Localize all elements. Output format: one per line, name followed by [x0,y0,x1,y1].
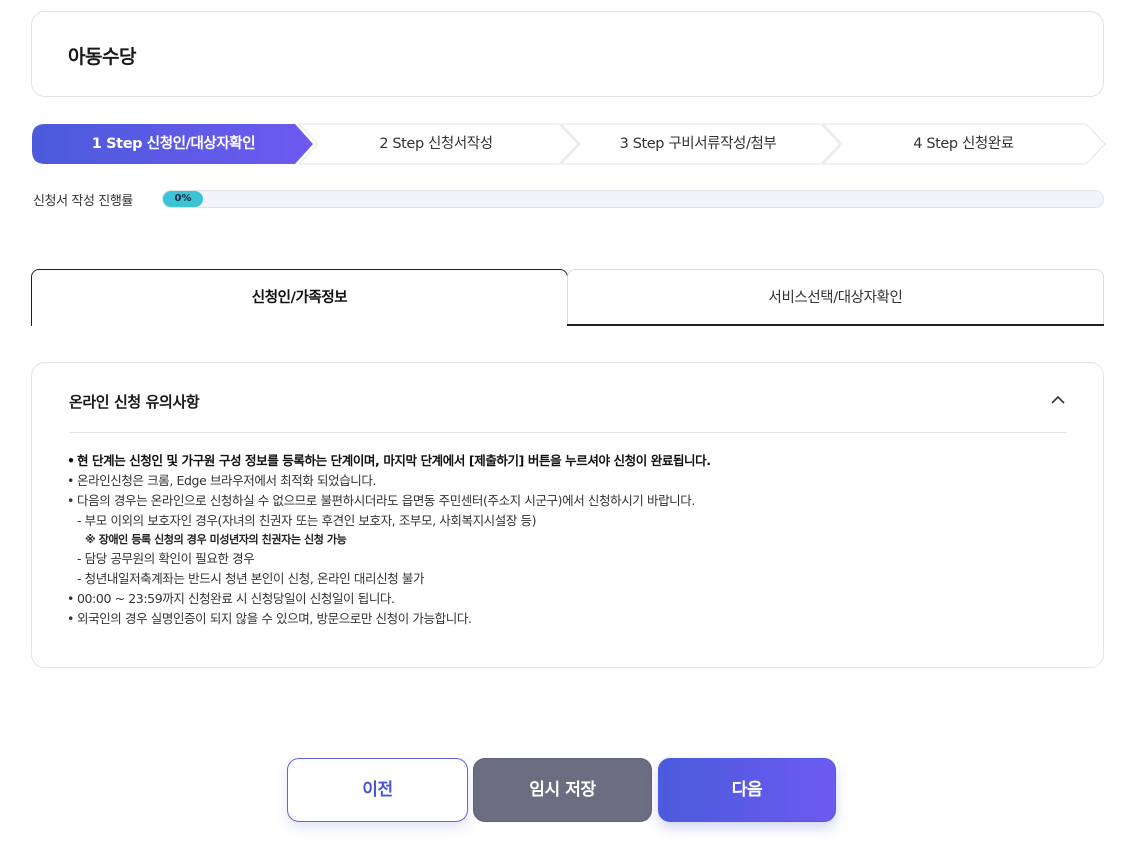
notice-panel: 온라인 신청 유의사항 • 현 단계는 신청인 및 가구원 구성 정보를 등록하는… [31,362,1104,668]
notice-line-text: 외국인의 경우 실명인증이 되지 않을 수 있으며, 방문으로만 신청이 가능합… [77,611,472,626]
next-button[interactable]: 다음 [658,758,836,822]
notice-line-text: 다음의 경우는 온라인으로 신청하실 수 없으므로 불편하시더라도 읍면동 주민… [77,493,695,508]
notice-line: • 현 단계는 신청인 및 가구원 구성 정보를 등록하는 단계이며, 마지막 단… [67,451,1067,471]
notice-line: • 00:00 ~ 23:59까지 신청완료 시 신청당일이 신청일이 됩니다. [67,589,1067,609]
progress-bar: 0% [162,190,1104,208]
step-4-label: 4 Step 신청완료 [913,136,1014,152]
notice-line-text: - 청년내일저축계좌는 반드시 청년 본인이 신청, 온라인 대리신청 불가 [77,571,425,586]
bullet-icon: • [67,493,74,508]
step-1-label: 1 Step 신청인/대상자확인 [91,136,256,152]
notice-line: • 다음의 경우는 온라인으로 신청하실 수 없으므로 불편하시더라도 읍면동 주… [67,491,1067,511]
tab-applicant-family[interactable]: 신청인/가족정보 [31,269,568,326]
notice-line: ※ 장애인 등록 신청의 경우 미성년자의 친권자는 신청 가능 [67,531,1067,549]
temp-save-button[interactable]: 임시 저장 [473,758,652,822]
notice-list: • 현 단계는 신청인 및 가구원 구성 정보를 등록하는 단계이며, 마지막 단… [67,451,1067,629]
notice-line-text: ※ 장애인 등록 신청의 경우 미성년자의 친권자는 신청 가능 [85,533,347,546]
bullet-icon: • [67,453,75,468]
notice-line-text: 온라인신청은 크롬, Edge 브라우저에서 최적화 되었습니다. [77,473,377,488]
notice-line: • 온라인신청은 크롬, Edge 브라우저에서 최적화 되었습니다. [67,471,1067,491]
notice-line-text: - 담당 공무원의 확인이 필요한 경우 [77,551,255,566]
step-2-label: 2 Step 신청서작성 [379,136,493,152]
step-indicator: 1 Step 신청인/대상자확인 2 Step 신청서작성 3 Step 구비서… [31,123,1106,165]
tab-underline [567,324,1104,326]
notice-line: - 담당 공무원의 확인이 필요한 경우 [67,549,1067,569]
page-title: 아동수당 [68,46,136,68]
progress-label: 신청서 작성 진행률 [33,194,133,209]
notice-line-text: - 부모 이외의 보호자인 경우(자녀의 친권자 또는 후견인 보호자, 조부모… [77,513,537,528]
notice-line: - 청년내일저축계좌는 반드시 청년 본인이 신청, 온라인 대리신청 불가 [67,569,1067,589]
bullet-icon: • [67,611,74,626]
bullet-icon: • [67,473,74,488]
notice-divider [69,432,1067,433]
tab-service-target[interactable]: 서비스선택/대상자확인 [567,269,1104,326]
notice-line: • 외국인의 경우 실명인증이 되지 않을 수 있으며, 방문으로만 신청이 가능… [67,609,1067,629]
bullet-icon: • [67,591,74,606]
notice-line-text: 현 단계는 신청인 및 가구원 구성 정보를 등록하는 단계이며, 마지막 단계… [77,453,711,468]
step-3-label: 3 Step 구비서류작성/첨부 [619,136,777,152]
chevron-up-icon[interactable] [1049,391,1067,409]
progress-value: 0% [163,191,203,207]
form-tabs: 신청인/가족정보 서비스선택/대상자확인 [31,269,1104,327]
notice-line-text: 00:00 ~ 23:59까지 신청완료 시 신청당일이 신청일이 됩니다. [77,591,395,606]
notice-line: - 부모 이외의 보호자인 경우(자녀의 친권자 또는 후견인 보호자, 조부모… [67,511,1067,531]
prev-button[interactable]: 이전 [287,758,468,822]
notice-title: 온라인 신청 유의사항 [69,393,200,411]
page-header: 아동수당 [31,11,1104,97]
